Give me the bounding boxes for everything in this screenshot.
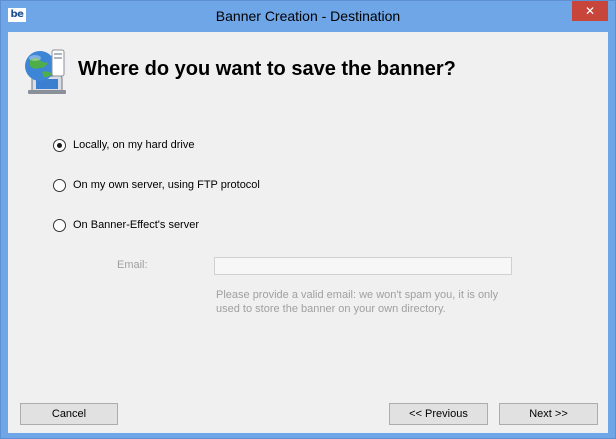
- dialog-window: be Banner Creation - Destination ✕ Where…: [0, 0, 616, 439]
- title-bar[interactable]: be Banner Creation - Destination ✕: [1, 1, 615, 32]
- previous-button[interactable]: << Previous: [389, 403, 488, 425]
- radio-button[interactable]: [53, 178, 66, 192]
- radio-button-checked[interactable]: [53, 138, 66, 152]
- cancel-button[interactable]: Cancel: [20, 403, 118, 425]
- radio-banner-effect-server[interactable]: On Banner-Effect's server: [53, 217, 199, 233]
- radio-label: On Banner-Effect's server: [73, 219, 200, 231]
- next-button[interactable]: Next >>: [499, 403, 598, 425]
- globe-computer-icon: [25, 49, 66, 94]
- page-title: Where do you want to save the banner?: [78, 58, 456, 80]
- radio-label: On my own server, using FTP protocol: [73, 179, 260, 191]
- radio-local[interactable]: Locally, on my hard drive: [53, 137, 194, 153]
- dialog-content: Where do you want to save the banner? Lo…: [8, 32, 608, 433]
- radio-ftp[interactable]: On my own server, using FTP protocol: [53, 177, 260, 193]
- close-button[interactable]: ✕: [572, 1, 608, 21]
- email-help-text: Please provide a valid email: we won't s…: [216, 289, 499, 315]
- radio-label: Locally, on my hard drive: [73, 139, 195, 151]
- radio-button[interactable]: [53, 218, 66, 232]
- window-title: Banner Creation - Destination: [215, 8, 401, 24]
- email-label: Email:: [117, 259, 148, 271]
- email-field[interactable]: [214, 257, 512, 275]
